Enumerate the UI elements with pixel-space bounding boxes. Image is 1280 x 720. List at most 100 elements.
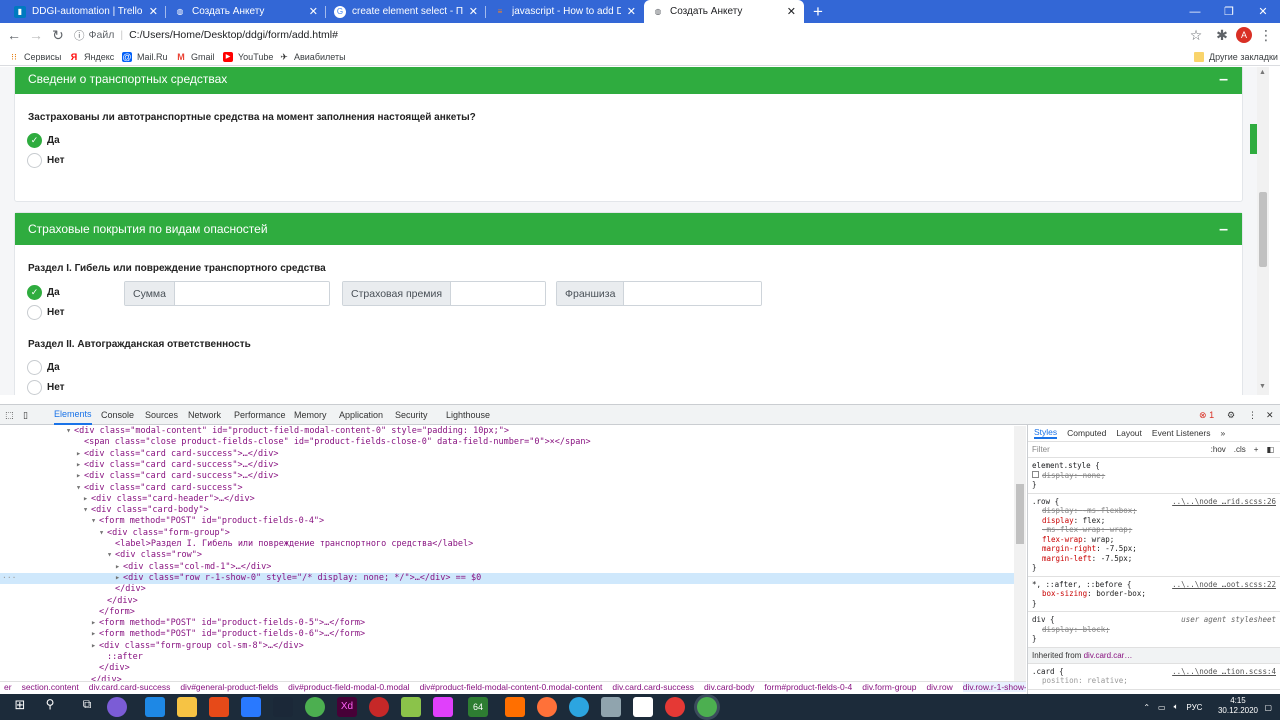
- rule-property[interactable]: display: flex;: [1032, 516, 1276, 526]
- breadcrumb-item[interactable]: er: [4, 682, 12, 692]
- tab-network[interactable]: Network: [188, 405, 221, 425]
- dom-node-line[interactable]: ▾ <div class="card-body">: [0, 505, 209, 516]
- error-badge[interactable]: ⊗ 1: [1199, 405, 1214, 425]
- radio-option-yes[interactable]: ✓ Да: [27, 133, 60, 148]
- tab-console[interactable]: Console: [101, 405, 134, 425]
- language-indicator[interactable]: РУС: [1186, 703, 1202, 712]
- browser-tab-1[interactable]: ▮ DDGI-automation | Trello ✕: [6, 0, 166, 23]
- expand-arrow-icon[interactable]: ▾: [91, 516, 99, 526]
- expand-arrow-icon[interactable]: ▸: [76, 449, 84, 459]
- rule-source-link[interactable]: ..\..\node_…oot.scss:22: [1172, 580, 1276, 590]
- dom-node-line[interactable]: </form>: [0, 607, 135, 618]
- bookmark-apps[interactable]: ⁝⁝ Сервисы: [9, 49, 61, 64]
- rule-property[interactable]: display: -ms-flexbox;: [1032, 506, 1276, 516]
- clock[interactable]: 4:15 30.12.2020: [1218, 696, 1258, 716]
- inspect-element-icon[interactable]: ⬚: [5, 405, 14, 425]
- dom-node-line[interactable]: ▸ <div class="card card-success">…</div>: [0, 471, 278, 482]
- explorer-icon[interactable]: [177, 697, 197, 717]
- url-text[interactable]: C:/Users/Home/Desktop/ddgi/form/add.html…: [129, 29, 338, 41]
- radio-unchecked-icon[interactable]: [27, 153, 42, 168]
- app-icon[interactable]: [209, 697, 229, 717]
- address-bar[interactable]: ⓘ Файл | C:/Users/Home/Desktop/ddgi/form…: [74, 25, 1210, 45]
- tab-elements[interactable]: Elements: [54, 405, 92, 425]
- breadcrumb-item[interactable]: div#product-field-modal-0.modal: [288, 682, 409, 692]
- expand-arrow-icon[interactable]: ▸: [83, 494, 91, 504]
- forward-button[interactable]: →: [28, 27, 44, 43]
- collapse-icon[interactable]: –: [1219, 221, 1228, 239]
- new-tab-button[interactable]: +: [808, 2, 828, 22]
- rule-source-link[interactable]: ..\..\node_…tion.scss:4: [1172, 667, 1276, 677]
- rule-source-link[interactable]: ..\..\node_…rid.scss:26: [1172, 497, 1276, 507]
- close-tab-icon[interactable]: ✕: [627, 5, 636, 18]
- tab-sources[interactable]: Sources: [145, 405, 178, 425]
- style-rule[interactable]: *, ::after, ::before {..\..\node_…oot.sc…: [1028, 577, 1280, 612]
- dom-node-line[interactable]: ▸ <form method="POST" id="product-fields-…: [0, 618, 365, 629]
- expand-arrow-icon[interactable]: ▸: [91, 618, 99, 628]
- dom-node-line[interactable]: ▸ <div class="card card-success">…</div>: [0, 460, 278, 471]
- bookmark-yandex[interactable]: Я Яндекс: [69, 49, 115, 64]
- expand-arrow-icon[interactable]: ▸: [91, 641, 99, 651]
- menu-icon[interactable]: ⋮: [1258, 27, 1274, 43]
- expand-arrow-icon[interactable]: ▸: [115, 573, 123, 583]
- tab-performance[interactable]: Performance: [234, 405, 286, 425]
- breadcrumb-item[interactable]: div.card-body: [704, 682, 754, 692]
- reload-button[interactable]: ↻: [50, 27, 66, 43]
- breadcrumb-item[interactable]: section.content: [22, 682, 79, 692]
- tab-styles[interactable]: Styles: [1034, 427, 1058, 439]
- dom-node-line[interactable]: <label>Раздел I. Гибель или повреждение …: [0, 539, 473, 550]
- tab-computed[interactable]: Computed: [1067, 428, 1106, 438]
- dom-node-line[interactable]: </div>: [0, 584, 146, 595]
- radio-unchecked-icon[interactable]: [27, 305, 42, 320]
- chrome-active-icon[interactable]: [697, 697, 717, 717]
- style-rule[interactable]: element.style {display: none;}: [1028, 458, 1280, 494]
- restore-button[interactable]: ❐: [1212, 0, 1246, 23]
- radio-unchecked-icon[interactable]: [27, 360, 42, 375]
- tab-memory[interactable]: Memory: [294, 405, 327, 425]
- dom-scrollbar[interactable]: [1014, 426, 1026, 682]
- radio-unchecked-icon[interactable]: [27, 380, 42, 395]
- new-rule-icon[interactable]: +: [1254, 445, 1259, 454]
- close-tab-icon[interactable]: ✕: [787, 5, 796, 18]
- style-rule[interactable]: div {user agent stylesheet display: block…: [1028, 612, 1280, 648]
- extensions-icon[interactable]: ✱: [1214, 27, 1230, 43]
- tab-event-listeners[interactable]: Event Listeners: [1152, 428, 1211, 438]
- bookmark-youtube[interactable]: ▶ YouTube: [223, 49, 273, 64]
- more-tabs-icon[interactable]: »: [1221, 428, 1226, 438]
- dom-node-line[interactable]: </div>: [0, 596, 138, 607]
- search-icon[interactable]: ⚲: [40, 697, 60, 717]
- expand-arrow-icon[interactable]: ▸: [91, 629, 99, 639]
- close-window-button[interactable]: ✕: [1246, 0, 1280, 23]
- expand-arrow-icon[interactable]: ▸: [76, 460, 84, 470]
- dom-node-line[interactable]: <span class="close product-fields-close"…: [0, 437, 591, 448]
- app-icon[interactable]: [145, 697, 165, 717]
- premium-input[interactable]: [451, 282, 545, 305]
- bookmark-gmail[interactable]: M Gmail: [176, 49, 214, 64]
- scrollbar-thumb[interactable]: [1016, 484, 1024, 544]
- settings-gear-icon[interactable]: ⚙: [1227, 405, 1235, 425]
- scroll-down-icon[interactable]: ▼: [1259, 383, 1266, 390]
- close-tab-icon[interactable]: ✕: [309, 5, 318, 18]
- bookmark-star-icon[interactable]: ☆: [1188, 27, 1204, 43]
- app-icon[interactable]: [107, 697, 127, 717]
- recorder-icon[interactable]: [369, 697, 389, 717]
- vscode-icon[interactable]: [241, 697, 261, 717]
- chrome-icon[interactable]: [305, 697, 325, 717]
- xd-icon[interactable]: Xd: [337, 697, 357, 717]
- browser-tab-4[interactable]: ≡ javascript - How to add Drop-Do ✕: [486, 0, 644, 23]
- profile-avatar[interactable]: A: [1236, 27, 1252, 43]
- radio-checked-icon[interactable]: ✓: [27, 285, 42, 300]
- app-icon[interactable]: [601, 697, 621, 717]
- card-header[interactable]: Сведени о транспортных средствах –: [15, 67, 1242, 94]
- breadcrumb-item[interactable]: div.row: [926, 682, 952, 692]
- other-bookmarks[interactable]: Другие закладки: [1194, 49, 1278, 64]
- expand-arrow-icon[interactable]: ▾: [99, 528, 107, 538]
- collapse-icon[interactable]: –: [1219, 71, 1228, 89]
- rule-property[interactable]: margin-left: -7.5px;: [1032, 554, 1276, 564]
- tab-layout[interactable]: Layout: [1116, 428, 1142, 438]
- dom-node-line[interactable]: </div>: [0, 663, 130, 674]
- breadcrumb-item[interactable]: div.card.card-success: [612, 682, 694, 692]
- more-options-icon[interactable]: ⋮: [1248, 405, 1257, 425]
- rule-property[interactable]: display: block;: [1032, 625, 1276, 635]
- radio-option-yes[interactable]: ✓ Да: [27, 285, 60, 300]
- dom-node-line[interactable]: ▸ <div class="card-header">…</div>: [0, 494, 255, 505]
